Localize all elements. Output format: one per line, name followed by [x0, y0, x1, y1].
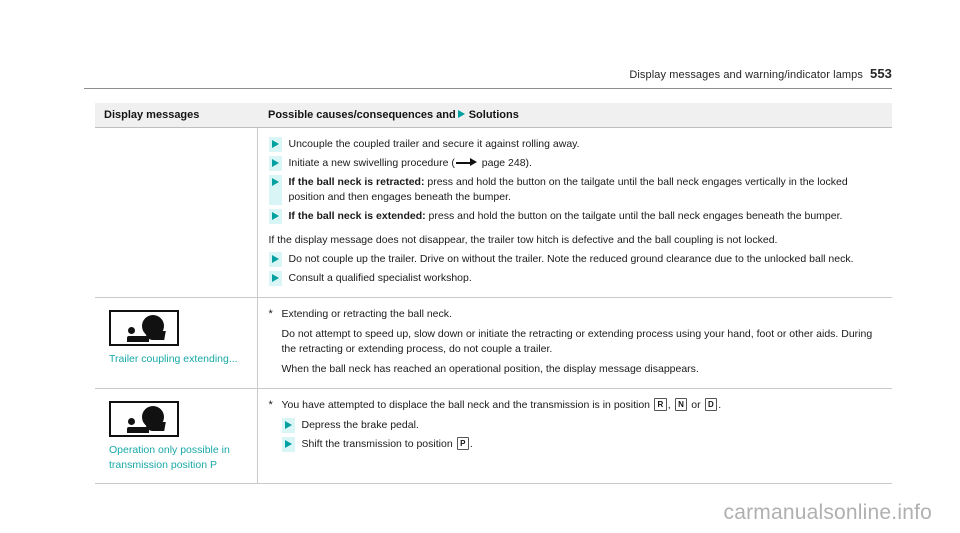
step-text-before: Shift the transmission to position — [301, 437, 456, 450]
row1-paragraph: If the display message does not disappea… — [268, 233, 778, 246]
step-text: Shift the transmission to position P. — [294, 436, 884, 452]
step-item: Initiate a new swivelling procedure ( pa… — [268, 155, 884, 171]
solutions-triangle-icon — [457, 110, 465, 118]
step-text: Depress the brake pedal. — [294, 417, 884, 433]
step-text: If the ball neck is retracted: press and… — [281, 174, 884, 205]
star-note: * Extending or retracting the ball neck. — [269, 307, 885, 322]
step-item: If the ball neck is retracted: press and… — [268, 174, 884, 205]
bullet-triangle-icon — [271, 177, 279, 186]
star-note-text: Extending or retracting the ball neck. — [281, 308, 452, 321]
step-text-after: page 248). — [478, 156, 532, 169]
symbol-bar — [127, 336, 149, 343]
asterisk-icon: * — [268, 308, 273, 321]
step-text: Do not couple up the trailer. Drive on w… — [281, 252, 884, 268]
bullet-triangle-icon — [284, 439, 292, 448]
page-reference-arrow-icon — [455, 158, 478, 167]
bullet-triangle-icon — [271, 211, 279, 220]
row1-display-message-cell — [95, 127, 257, 299]
gear-sep-1: , — [667, 398, 674, 411]
row2-solutions-cell: * Extending or retracting the ball neck.… — [256, 297, 892, 389]
bullet-triangle-icon — [271, 274, 279, 283]
column-header-solutions-prefix: Possible causes/consequences and — [268, 109, 456, 121]
table-row: Operation only possible in transmission … — [95, 388, 892, 485]
row1-steps-group-1: Uncouple the coupled trailer and secure … — [268, 137, 884, 224]
header-divider-rule — [84, 88, 892, 89]
star-note-after: . — [718, 398, 722, 411]
page-number: 553 — [870, 66, 892, 81]
bullet-triangle-icon — [271, 255, 279, 264]
symbol-bar — [127, 426, 149, 433]
gear-indicator-d: D — [704, 398, 718, 412]
step-text: Uncouple the coupled trailer and secure … — [281, 137, 884, 152]
bullet-triangle-icon — [271, 158, 279, 167]
star-note: * You have attempted to displace the bal… — [269, 398, 885, 413]
display-messages-table: Display messages Possible causes/consequ… — [95, 103, 892, 485]
step-text-rest: press and hold the button on the tailgat… — [425, 209, 843, 222]
step-item: If the ball neck is extended: press and … — [268, 208, 884, 224]
row2-paragraph-1: Do not attempt to speed up, slow down or… — [281, 328, 873, 356]
symbol-dot — [128, 327, 135, 335]
step-item: Consult a qualified specialist workshop. — [268, 271, 884, 287]
display-message-label: Operation only possible in transmission … — [109, 443, 230, 471]
table-row: Trailer coupling extending... * Extendin… — [95, 297, 892, 389]
trailer-coupling-symbol-icon — [109, 310, 179, 347]
gear-indicator-n: N — [674, 398, 688, 412]
row3-solutions-cell: * You have attempted to displace the bal… — [256, 388, 892, 485]
running-header: Display messages and warning/indicator l… — [84, 66, 892, 81]
row1-solutions-cell: Uncouple the coupled trailer and secure … — [256, 127, 892, 299]
star-note-text: You have attempted to displace the ball … — [281, 398, 722, 412]
running-header-title: Display messages and warning/indicator l… — [629, 69, 863, 81]
row1-steps-group-2: Do not couple up the trailer. Drive on w… — [268, 252, 884, 287]
step-item: Shift the transmission to position P. — [281, 436, 884, 452]
step-text-after: . — [469, 437, 473, 450]
step-item: Depress the brake pedal. — [281, 417, 884, 433]
bullet-triangle-icon — [284, 420, 292, 429]
site-watermark: carmanualsonline.info — [723, 501, 932, 524]
gear-indicator-r: R — [653, 398, 667, 412]
step-text-before: Initiate a new swivelling procedure ( — [288, 156, 455, 169]
table-row: Uncouple the coupled trailer and secure … — [95, 127, 892, 299]
symbol-dot — [128, 417, 135, 425]
star-note-before: You have attempted to displace the ball … — [281, 398, 653, 411]
gear-indicator-p: P — [456, 437, 469, 451]
trailer-coupling-symbol-icon — [109, 400, 179, 437]
row3-display-message-cell: Operation only possible in transmission … — [95, 388, 257, 485]
asterisk-icon: * — [268, 398, 273, 411]
row3-steps: Depress the brake pedal. Shift the trans… — [281, 417, 884, 452]
row2-paragraph-2: When the ball neck has reached an operat… — [281, 362, 699, 375]
step-text: If the ball neck is extended: press and … — [281, 208, 884, 224]
step-text-bold: If the ball neck is retracted: — [288, 175, 425, 188]
bullet-triangle-icon — [271, 140, 279, 148]
column-header-solutions-suffix: Solutions — [468, 109, 519, 121]
display-message-label: Trailer coupling extending... — [109, 353, 238, 366]
table-header-row: Display messages Possible causes/consequ… — [95, 103, 892, 128]
step-text-bold: If the ball neck is extended: — [288, 209, 426, 222]
step-text: Consult a qualified specialist workshop. — [281, 271, 884, 287]
step-item: Do not couple up the trailer. Drive on w… — [268, 252, 884, 268]
column-header-display-messages: Display messages — [95, 103, 257, 128]
gear-sep-2: or — [688, 398, 704, 411]
column-header-solutions: Possible causes/consequences and Solution… — [257, 103, 892, 128]
step-text: Initiate a new swivelling procedure ( pa… — [281, 155, 884, 171]
step-item: Uncouple the coupled trailer and secure … — [268, 137, 884, 152]
row2-display-message-cell: Trailer coupling extending... — [95, 297, 257, 389]
